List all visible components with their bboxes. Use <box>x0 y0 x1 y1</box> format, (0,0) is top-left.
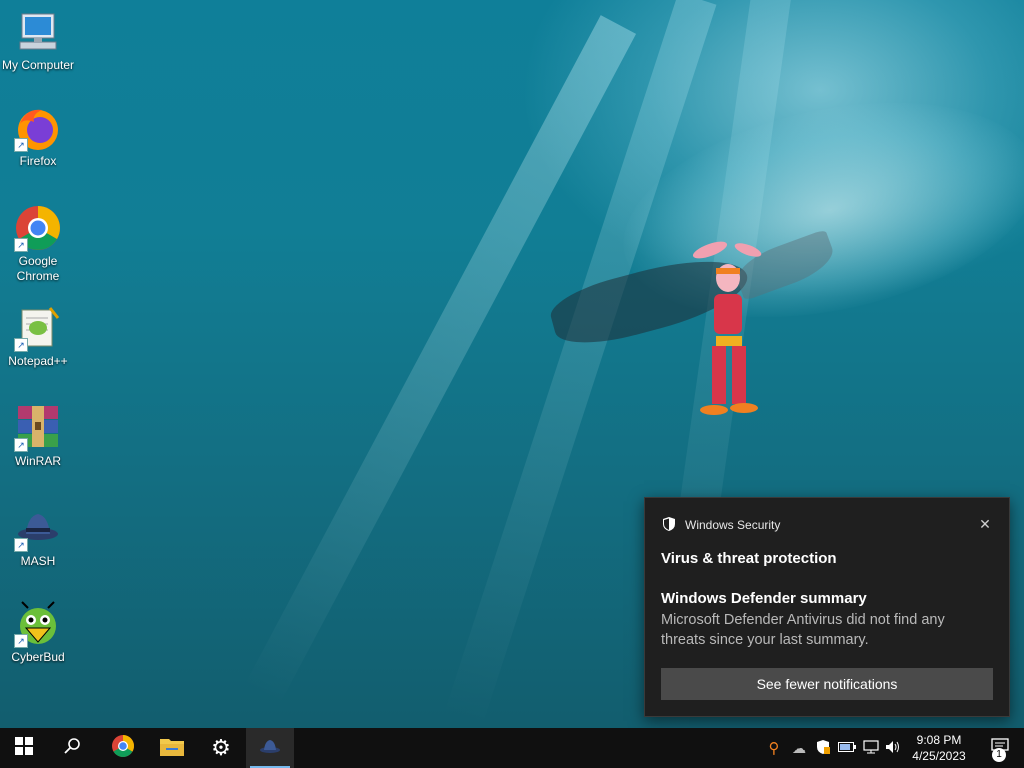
firefox-icon: ↗ <box>14 104 62 152</box>
notification-app-name: Windows Security <box>685 518 781 532</box>
shortcut-arrow-icon: ↗ <box>14 634 28 648</box>
shield-icon <box>661 516 677 535</box>
folder-icon <box>160 736 184 761</box>
shortcut-arrow-icon: ↗ <box>14 538 28 552</box>
speaker-icon <box>885 740 901 757</box>
desktop-mascot-rabbit[interactable] <box>690 240 770 420</box>
notification-body: Microsoft Defender Antivirus did not fin… <box>661 612 945 648</box>
gear-icon: ⚙ <box>211 735 231 760</box>
notepad-plus-plus-icon: ↗ <box>14 304 62 352</box>
desktop-icon-label: My Computer <box>1 58 75 72</box>
network-icon <box>863 739 879 757</box>
desktop-icon-label: Google Chrome <box>16 254 60 283</box>
windows-logo-icon <box>15 736 33 760</box>
mash-hat-icon: ↗ <box>14 504 62 552</box>
close-icon[interactable]: ✕ <box>975 514 995 534</box>
taskbar: ⚙ ⚲ ☁ 9:08 PM 4/25/2023 1 <box>0 728 1024 768</box>
clock-date: 4/25/2023 <box>912 749 966 763</box>
cloud-icon: ☁ <box>792 739 806 756</box>
notification-count-badge: 1 <box>992 748 1006 762</box>
tray-onedrive-icon[interactable]: ☁ <box>788 728 810 768</box>
taskbar-file-explorer[interactable] <box>148 728 196 768</box>
magnifier-icon: ⚲ <box>768 740 780 757</box>
desktop-icon-my-computer[interactable]: My Computer <box>0 8 76 73</box>
desktop-icon-cyberbud[interactable]: ↗ CyberBud <box>0 600 76 665</box>
chrome-icon: ↗ <box>14 204 62 252</box>
battery-icon <box>838 741 856 755</box>
taskbar-settings[interactable]: ⚙ <box>197 728 245 768</box>
shortcut-arrow-icon: ↗ <box>14 438 28 452</box>
windows-security-notification[interactable]: Windows Security ✕ Virus & threat protec… <box>644 497 1010 717</box>
desktop-icon-firefox[interactable]: ↗ Firefox <box>0 104 76 169</box>
notification-title: Virus & threat protection <box>661 550 837 567</box>
desktop-icon-label: WinRAR <box>14 454 61 468</box>
shield-warning-icon <box>816 739 830 758</box>
taskbar-mash[interactable] <box>246 728 294 768</box>
shortcut-arrow-icon: ↗ <box>14 238 28 252</box>
clock-time: 9:08 PM <box>916 733 962 747</box>
desktop-icon-winrar[interactable]: ↗ WinRAR <box>0 404 76 469</box>
desktop-icon-notepad-plus-plus[interactable]: ↗ Notepad++ <box>0 304 76 369</box>
mash-hat-icon <box>258 736 282 761</box>
desktop-icon-label: CyberBud <box>11 650 65 664</box>
desktop-icon-label: MASH <box>20 554 56 568</box>
desktop-icon-mash[interactable]: ↗ MASH <box>0 504 76 569</box>
search-button[interactable] <box>48 728 96 768</box>
cyberbud-icon: ↗ <box>14 600 62 648</box>
desktop-icon-chrome[interactable]: ↗ Google Chrome <box>0 204 76 284</box>
computer-icon <box>14 8 62 56</box>
search-icon <box>63 737 81 760</box>
chrome-icon <box>111 734 135 763</box>
tray-search-icon[interactable]: ⚲ <box>764 728 784 768</box>
shortcut-arrow-icon: ↗ <box>14 338 28 352</box>
notification-header: Windows Security <box>661 516 780 534</box>
winrar-icon: ↗ <box>14 404 62 452</box>
start-button[interactable] <box>0 728 48 768</box>
desktop-icon-label: Firefox <box>19 154 57 168</box>
tray-network-icon[interactable] <box>860 728 882 768</box>
taskbar-clock[interactable]: 9:08 PM 4/25/2023 <box>904 732 974 764</box>
tray-device-icon[interactable] <box>836 728 858 768</box>
tray-volume-icon[interactable] <box>882 728 904 768</box>
see-fewer-notifications-button[interactable]: See fewer notifications <box>661 668 993 700</box>
shortcut-arrow-icon: ↗ <box>14 138 28 152</box>
taskbar-chrome[interactable] <box>99 728 147 768</box>
notification-subtitle: Windows Defender summary <box>661 590 867 607</box>
tray-security-icon[interactable] <box>812 728 834 768</box>
desktop-icon-label: Notepad++ <box>8 354 68 368</box>
